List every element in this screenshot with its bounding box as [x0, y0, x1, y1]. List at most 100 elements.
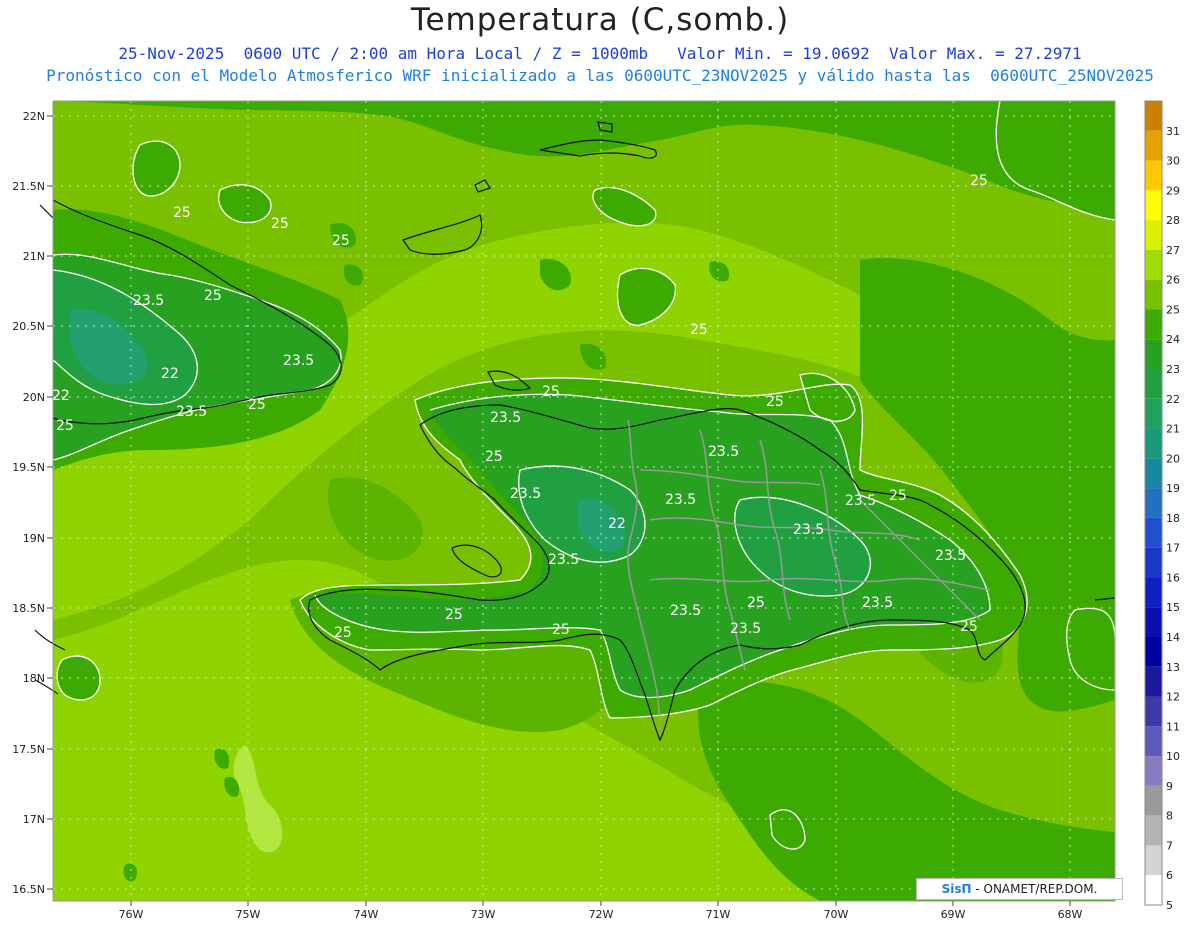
- contour-label: 25: [970, 173, 988, 189]
- lon-label: 71W: [706, 908, 731, 921]
- colorbar-swatch: [1145, 190, 1162, 221]
- lon-label: 76W: [119, 908, 144, 921]
- contour-label: 22: [161, 366, 179, 382]
- contour-label: 23.5: [510, 486, 541, 502]
- contour-label: 25: [766, 394, 784, 410]
- contour-label: 25: [485, 449, 503, 465]
- colorbar-swatch: [1145, 130, 1162, 161]
- lat-label: 18.5N: [12, 602, 45, 615]
- credit-brand: SisΠ: [941, 882, 972, 896]
- colorbar-swatch: [1145, 309, 1162, 340]
- colorbar-label: 22: [1166, 393, 1180, 406]
- colorbar-label: 13: [1166, 661, 1180, 674]
- lat-label: 16.5N: [12, 883, 45, 896]
- colorbar-swatch: [1145, 666, 1162, 697]
- map-field: [53, 101, 1115, 901]
- colorbar-label: 15: [1166, 601, 1180, 614]
- colorbar-swatch: [1145, 785, 1162, 816]
- contour-label: 25: [334, 625, 352, 641]
- lat-label: 17N: [23, 813, 45, 826]
- contour-label: 22: [52, 388, 70, 404]
- contour-label: 23.5: [133, 293, 164, 309]
- colorbar-label: 11: [1166, 720, 1180, 733]
- colorbar-swatch: [1145, 726, 1162, 757]
- contour-label: 25: [690, 322, 708, 338]
- colorbar-label: 5: [1166, 899, 1173, 912]
- colorbar-label: 12: [1166, 691, 1180, 704]
- lat-label: 19.5N: [12, 461, 45, 474]
- contour-label: 23.5: [176, 404, 207, 420]
- colorbar-label: 8: [1166, 810, 1173, 823]
- contour-label: 23.5: [935, 548, 966, 564]
- lat-label: 20.5N: [12, 320, 45, 333]
- colorbar-swatch: [1145, 577, 1162, 608]
- credit-box: SisΠ - ONAMET/REP.DOM.: [916, 878, 1123, 900]
- contour-label: 23.5: [665, 492, 696, 508]
- contour-label: 23.5: [708, 444, 739, 460]
- contour-label: 25: [173, 205, 191, 221]
- contour-label: 23.5: [793, 522, 824, 538]
- latitude-axis: 22N 21.5N 21N 20.5N 20N 19.5N 19N 18.5N …: [12, 110, 45, 896]
- colorbar-swatch: [1145, 756, 1162, 786]
- lon-label: 70W: [824, 908, 849, 921]
- contour-label: 25: [445, 607, 463, 623]
- colorbar-label: 18: [1166, 512, 1180, 525]
- contour-label: 25: [542, 384, 560, 400]
- colorbar-swatch: [1145, 488, 1162, 518]
- colorbar-label: 6: [1166, 869, 1173, 882]
- colorbar-label: 9: [1166, 780, 1173, 793]
- contour-label: 25: [271, 216, 289, 232]
- lon-label: 75W: [236, 908, 261, 921]
- colorbar-label: 17: [1166, 542, 1180, 555]
- contour-label: 23.5: [730, 621, 761, 637]
- colorbar-swatch: [1145, 369, 1162, 399]
- colorbar-swatch: [1145, 875, 1162, 905]
- contour-label: 23.5: [548, 552, 579, 568]
- credit-text: - ONAMET/REP.DOM.: [971, 882, 1098, 896]
- colorbar-swatch: [1145, 279, 1162, 310]
- colorbar-swatch: [1145, 815, 1162, 846]
- lat-label: 20N: [23, 391, 45, 404]
- contour-label: 23.5: [845, 493, 876, 509]
- colorbar-swatch: [1145, 220, 1162, 250]
- lon-label: 68W: [1058, 908, 1083, 921]
- contour-label: 25: [552, 622, 570, 638]
- colorbar-label: 26: [1166, 274, 1180, 287]
- contour-label: 25: [747, 595, 765, 611]
- lon-label: 73W: [471, 908, 496, 921]
- colorbar-label: 10: [1166, 750, 1180, 763]
- contour-label: 23.5: [490, 410, 521, 426]
- colorbar-swatch: [1145, 101, 1162, 131]
- colorbar-swatch: [1145, 845, 1162, 876]
- lat-label: 21N: [23, 250, 45, 263]
- contour-label: 23.5: [862, 595, 893, 611]
- lat-label: 17.5N: [12, 743, 45, 756]
- contour-label: 25: [248, 397, 266, 413]
- colorbar-swatch: [1145, 398, 1162, 429]
- lon-label: 69W: [941, 908, 966, 921]
- colorbar-swatch: [1145, 428, 1162, 459]
- contour-label: 25: [889, 488, 907, 504]
- colorbar-label: 29: [1166, 184, 1180, 197]
- longitude-axis: 76W 75W 74W 73W 72W 71W 70W 69W 68W: [119, 908, 1083, 921]
- colorbar-label: 20: [1166, 452, 1180, 465]
- lat-label: 22N: [23, 110, 45, 123]
- colorbar-label: 31: [1166, 125, 1180, 138]
- contour-label: 22: [608, 516, 626, 532]
- contour-label: 23.5: [283, 353, 314, 369]
- colorbar-label: 25: [1166, 303, 1180, 316]
- temperature-map: 25 25 25 25 25 25 25 25 25 25 25 25 25 2…: [12, 100, 1180, 921]
- contour-label: 23.5: [670, 603, 701, 619]
- colorbar-label: 28: [1166, 214, 1180, 227]
- colorbar-label: 7: [1166, 839, 1173, 852]
- colorbar-swatch: [1145, 607, 1162, 637]
- colorbar-label: 23: [1166, 363, 1180, 376]
- colorbar-label: 19: [1166, 482, 1180, 495]
- contour-label: 25: [332, 233, 350, 249]
- colorbar-swatch: [1145, 160, 1162, 191]
- colorbar-label: 27: [1166, 244, 1180, 257]
- colorbar-label: 14: [1166, 631, 1180, 644]
- lat-label: 18N: [23, 672, 45, 685]
- contour-label: 25: [56, 418, 74, 434]
- colorbar: 31 30 29 28 27 26 25 24 23 22 21 20 19 18 17 16 15 14 13 12…: [1144, 100, 1180, 912]
